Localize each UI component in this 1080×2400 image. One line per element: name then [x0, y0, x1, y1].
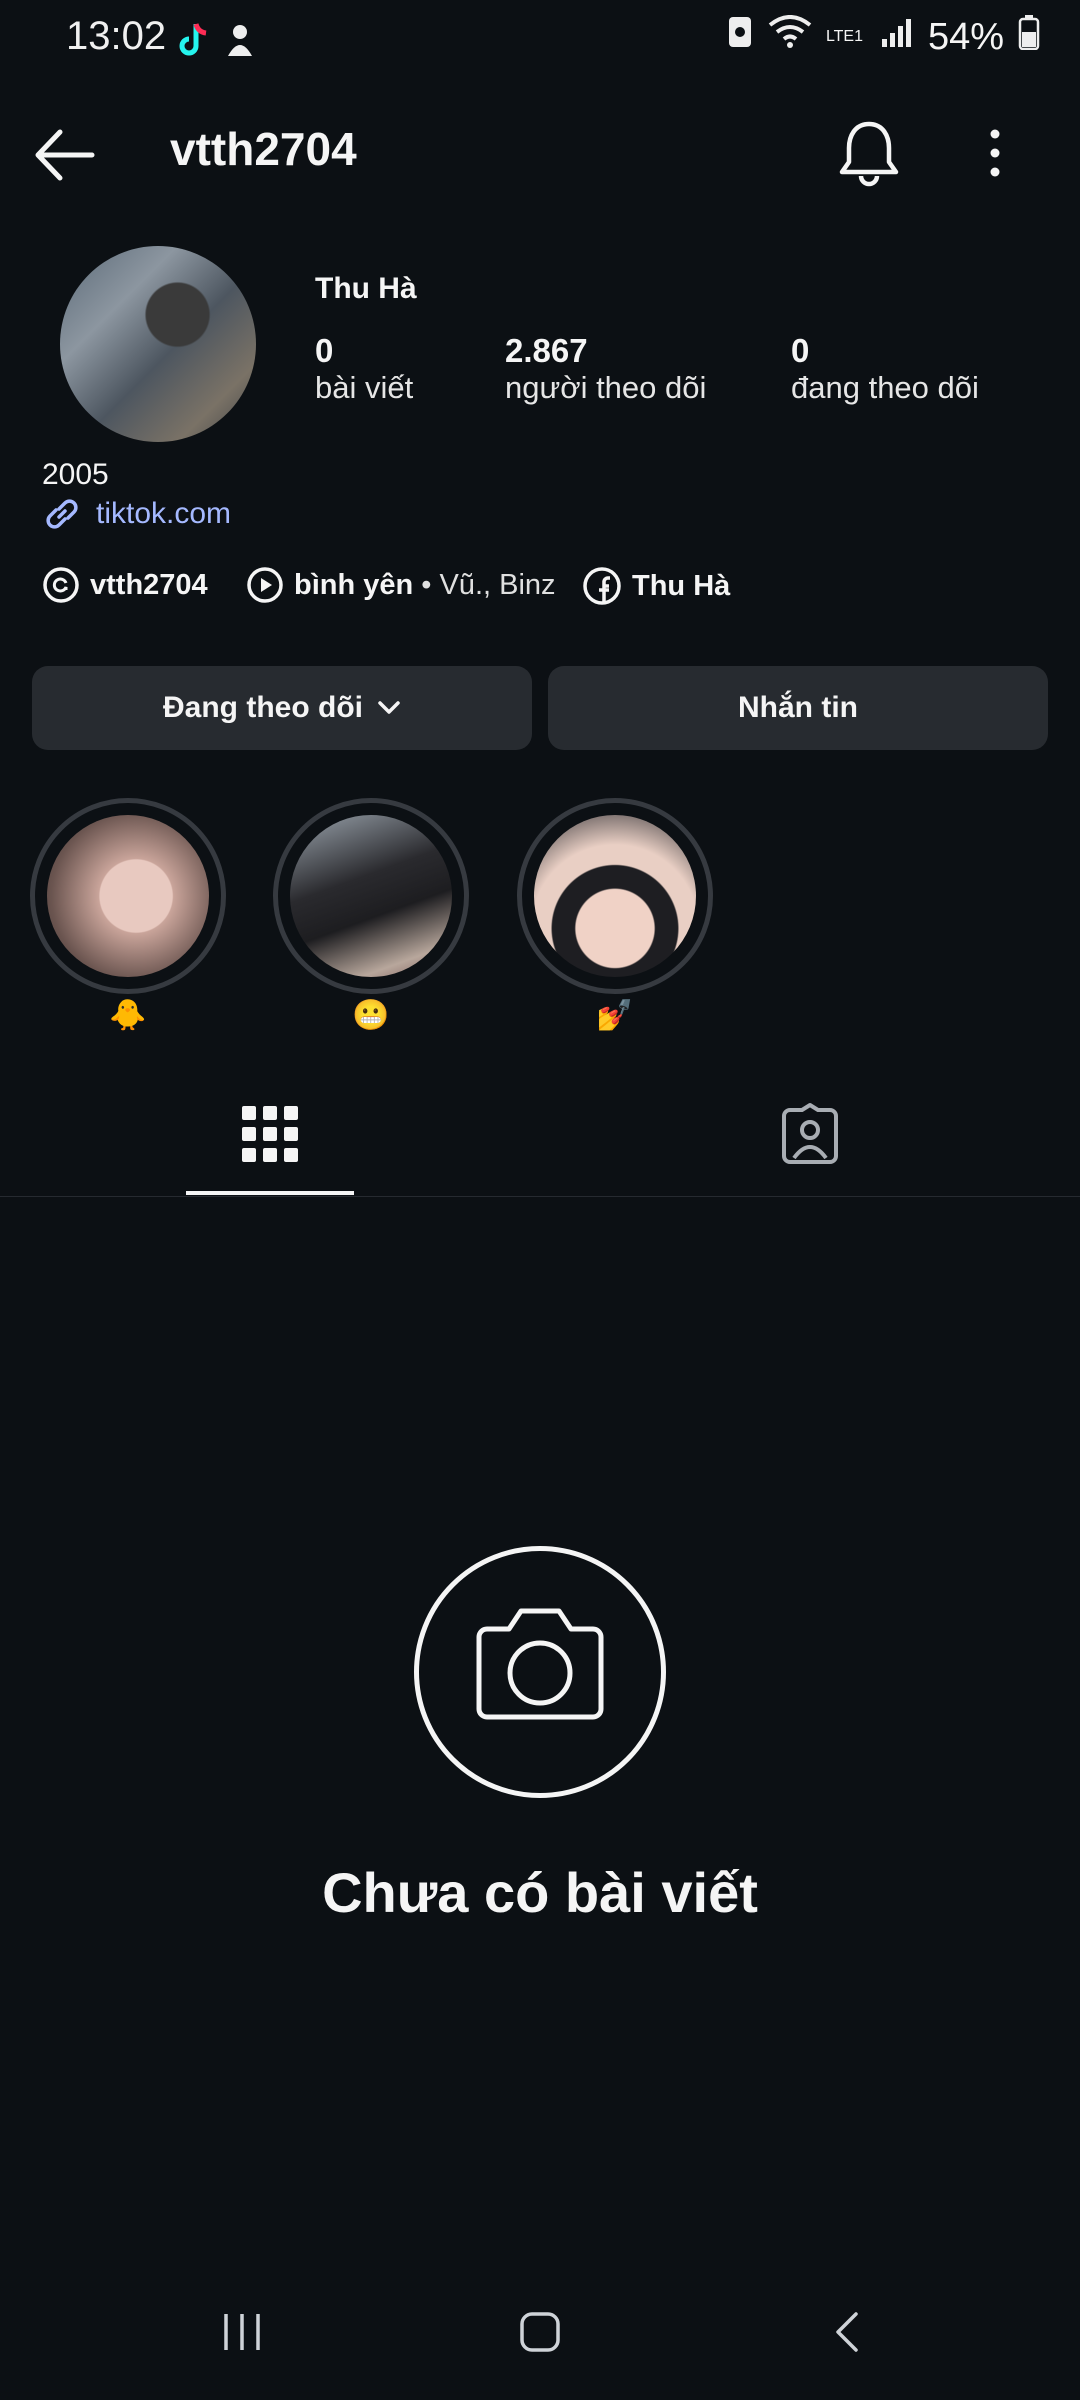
battery-icon: [1018, 14, 1040, 60]
grid-icon: [242, 1106, 298, 1162]
bell-icon: [839, 121, 899, 187]
active-tab-indicator: [186, 1191, 354, 1195]
play-circle-icon: [247, 567, 283, 603]
signal-icon: [880, 16, 914, 59]
recent-apps-button[interactable]: [220, 2310, 264, 2359]
message-button-label: Nhắn tin: [738, 691, 858, 724]
stat-posts-value: 0: [315, 332, 334, 369]
link-icon: [46, 499, 78, 529]
bio-link-text: tiktok.com: [96, 497, 232, 530]
home-button[interactable]: [518, 2310, 562, 2359]
more-options-button[interactable]: [975, 118, 1015, 188]
tab-grid[interactable]: [236, 1100, 304, 1168]
highlight-cover: [47, 815, 209, 977]
highlight-label: 💅: [596, 999, 634, 1032]
home-icon: [520, 2312, 560, 2352]
empty-state-circle: [414, 1546, 666, 1798]
notifications-button[interactable]: [838, 118, 900, 188]
bio-link[interactable]: tiktok.com: [42, 494, 231, 534]
story-highlight[interactable]: [30, 798, 226, 994]
tagged-person-icon: [782, 1103, 838, 1164]
music-artist: • Vũ., Binz: [413, 568, 556, 601]
volte-icon: LTE1: [825, 28, 863, 45]
stat-followers-label: người theo dõi: [505, 370, 707, 405]
stat-following[interactable]: 0 đang theo dõi: [791, 332, 979, 406]
chevron-down-icon: [378, 701, 400, 714]
arrow-left-icon: [35, 129, 95, 181]
facebook-name: Thu Hà: [632, 569, 731, 602]
highlight-cover: [534, 815, 696, 977]
facebook-icon: [583, 567, 621, 605]
chevron-left-icon: [836, 2312, 858, 2352]
camera-icon: [476, 1608, 604, 1720]
tab-divider: [0, 1196, 1080, 1197]
stat-followers-value: 2.867: [505, 332, 588, 369]
facebook-chip[interactable]: Thu Hà: [582, 566, 730, 606]
message-button[interactable]: Nhắn tin: [548, 666, 1048, 750]
display-name: Thu Hà: [315, 272, 417, 305]
page-title: vtth2704: [170, 123, 357, 175]
stat-following-label: đang theo dõi: [791, 370, 979, 405]
highlight-label: 😬: [352, 999, 390, 1032]
status-right: LTE1 54%: [726, 14, 1040, 60]
following-button-label: Đang theo dõi: [163, 691, 363, 724]
back-button[interactable]: [30, 120, 100, 190]
wifi-icon: [768, 15, 812, 59]
story-highlight[interactable]: [517, 798, 713, 994]
recent-apps-icon: [224, 2314, 260, 2350]
stat-posts[interactable]: 0 bài viết: [315, 332, 413, 406]
tiktok-notification-icon: [176, 20, 212, 65]
tab-tagged[interactable]: [776, 1102, 844, 1170]
threads-username: vtth2704: [90, 568, 208, 601]
stat-followers[interactable]: 2.867 người theo dõi: [505, 332, 706, 406]
empty-state-text: Chưa có bài viết: [322, 1861, 758, 1924]
bio-text: 2005: [42, 458, 109, 491]
stat-posts-label: bài viết: [315, 370, 414, 405]
more-vertical-icon: [990, 129, 1000, 177]
sim-icon: [726, 14, 754, 60]
following-button[interactable]: Đang theo dõi: [32, 666, 532, 750]
music-title: bình yên: [294, 568, 414, 601]
system-back-button[interactable]: [826, 2310, 870, 2359]
music-chip[interactable]: bình yên • Vũ., Binz: [246, 566, 556, 604]
highlight-label: 🐥: [109, 999, 147, 1032]
highlight-cover: [290, 815, 452, 977]
threads-icon: [43, 567, 79, 603]
profile-avatar[interactable]: [60, 246, 256, 442]
stat-following-value: 0: [791, 332, 810, 369]
story-highlight[interactable]: [273, 798, 469, 994]
threads-chip[interactable]: vtth2704: [42, 566, 208, 604]
app-notification-icon: [224, 22, 256, 63]
battery-percent: 54%: [927, 15, 1004, 58]
status-time: 13:02: [66, 14, 167, 58]
